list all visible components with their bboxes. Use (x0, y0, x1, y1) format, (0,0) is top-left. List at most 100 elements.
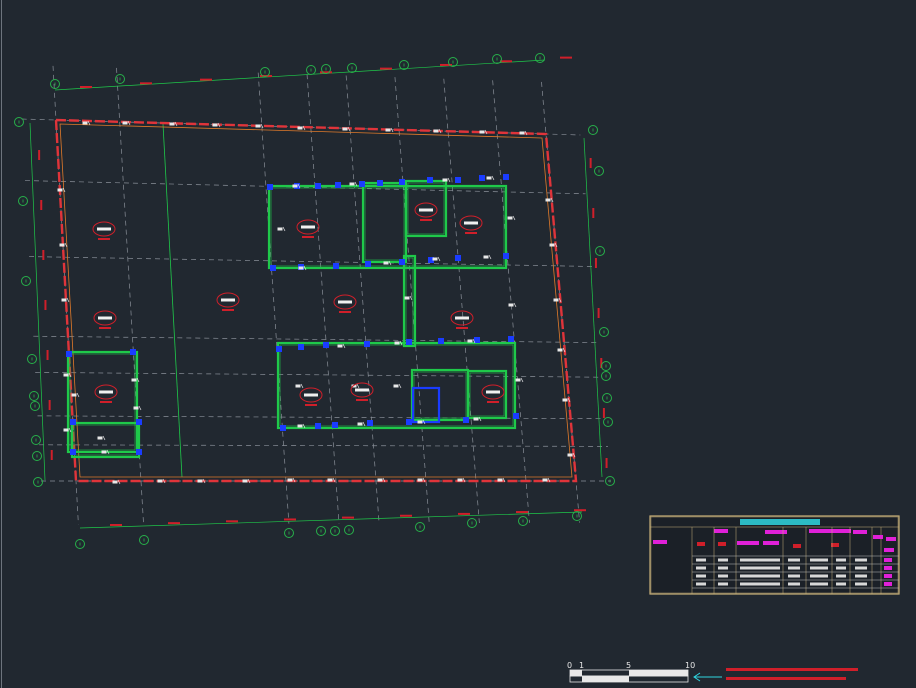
dimension-line-bottom (79, 511, 583, 529)
slab-tag-sub (356, 399, 368, 401)
schedule-frame (649, 515, 900, 595)
beam-tag-leader (66, 297, 70, 303)
column (513, 413, 519, 419)
dimension-tick (168, 522, 180, 525)
slab-tag-sub (98, 238, 110, 240)
column (399, 259, 405, 265)
beam-tag (292, 184, 298, 188)
beam-tag-leader (102, 435, 106, 441)
slab-tag-sub (302, 236, 314, 238)
column (276, 346, 282, 352)
schedule-cell (836, 558, 846, 562)
schedule-cell (788, 582, 800, 586)
schedule-row-mark (884, 558, 892, 562)
dimension-line-right (583, 137, 603, 478)
column (367, 420, 373, 426)
note-line (726, 677, 846, 680)
schedule-side-mark (886, 537, 896, 541)
dimension-tick (140, 82, 152, 85)
grid-line-vertical (257, 72, 290, 524)
scale-bar-segment (570, 670, 582, 676)
column (136, 419, 142, 425)
beam-tag (545, 198, 551, 202)
beam-tag-leader (491, 175, 495, 181)
scale-bar-segment (629, 670, 688, 676)
dimension-tick (602, 408, 605, 418)
slab-tag-text (301, 225, 315, 229)
schedule-side-mark (884, 548, 894, 552)
beam-tag-leader (513, 302, 517, 308)
column (70, 419, 76, 425)
beam-tag (169, 122, 175, 126)
beam-tag (298, 266, 304, 270)
beam-tag (197, 479, 203, 483)
column (66, 351, 72, 357)
beam-tag (337, 344, 343, 348)
column (438, 338, 444, 344)
slab-tag-text (97, 227, 111, 231)
beam-tag (277, 227, 283, 231)
dimension-tick (80, 86, 92, 88)
schedule-header-mark (697, 542, 705, 546)
column (377, 180, 383, 186)
wall-room-inner (405, 257, 414, 345)
dimension-tick (574, 509, 586, 512)
beam-tag (457, 478, 463, 482)
dimension-tick (400, 514, 412, 517)
beam-tag (377, 478, 383, 482)
schedule-cell (718, 574, 728, 578)
beam-tag (467, 339, 473, 343)
beam-tag (357, 422, 363, 426)
scale-bar-tick-label: 10 (685, 661, 695, 670)
dimension-tick (38, 150, 41, 160)
beam-tag (515, 378, 521, 382)
dimension-tick (605, 458, 608, 468)
schedule-row-mark (884, 582, 892, 586)
column (70, 449, 76, 455)
schedule-cell (718, 566, 728, 570)
slab-tag-sub (100, 401, 112, 403)
beam-tag (383, 261, 389, 265)
schedule-cell (855, 566, 867, 570)
note-line (726, 668, 858, 671)
slab-tag-text (221, 298, 235, 302)
grid-line-vertical (492, 80, 530, 523)
column (332, 422, 338, 428)
beam-tag-leader (76, 392, 80, 398)
beam-tag (479, 130, 485, 134)
schedule-side-mark (873, 535, 883, 539)
column (463, 417, 469, 423)
schedule-cell (810, 574, 828, 578)
dimension-tick (284, 518, 296, 521)
column (503, 253, 509, 259)
beam-tag (385, 128, 391, 132)
column (335, 182, 341, 188)
beam-tag-leader (138, 405, 142, 411)
beam-tag (349, 182, 355, 186)
beam-tag (82, 121, 88, 125)
stair-opening (411, 386, 441, 424)
slab-tag-text (98, 316, 112, 320)
beam-tag (417, 420, 423, 424)
inner-walls (66, 179, 517, 459)
cad-drawing-canvas[interactable]: 0 1 5 10 (0, 0, 916, 688)
beam-tag (508, 303, 514, 307)
grid-line-horizontal (35, 372, 602, 378)
dimension-tick (48, 400, 51, 410)
column (315, 183, 321, 189)
slab-tag-sub (456, 327, 468, 329)
beam-tag (404, 296, 410, 300)
slab-tag-text (304, 393, 318, 397)
beam-tag (394, 341, 400, 345)
scale-bar-tick-label: 1 (579, 661, 584, 670)
beam-tag-leader (390, 127, 394, 133)
beam-tag-leader (398, 383, 402, 389)
beam-tag (432, 257, 438, 261)
grid-lines (21, 65, 611, 525)
dimension-tick (589, 158, 592, 168)
wall-room-inner (364, 184, 405, 261)
beam-tag (483, 255, 489, 259)
schedule-row-mark (884, 566, 892, 570)
slab-tag-text (355, 388, 369, 392)
schedule-cell (696, 574, 706, 578)
